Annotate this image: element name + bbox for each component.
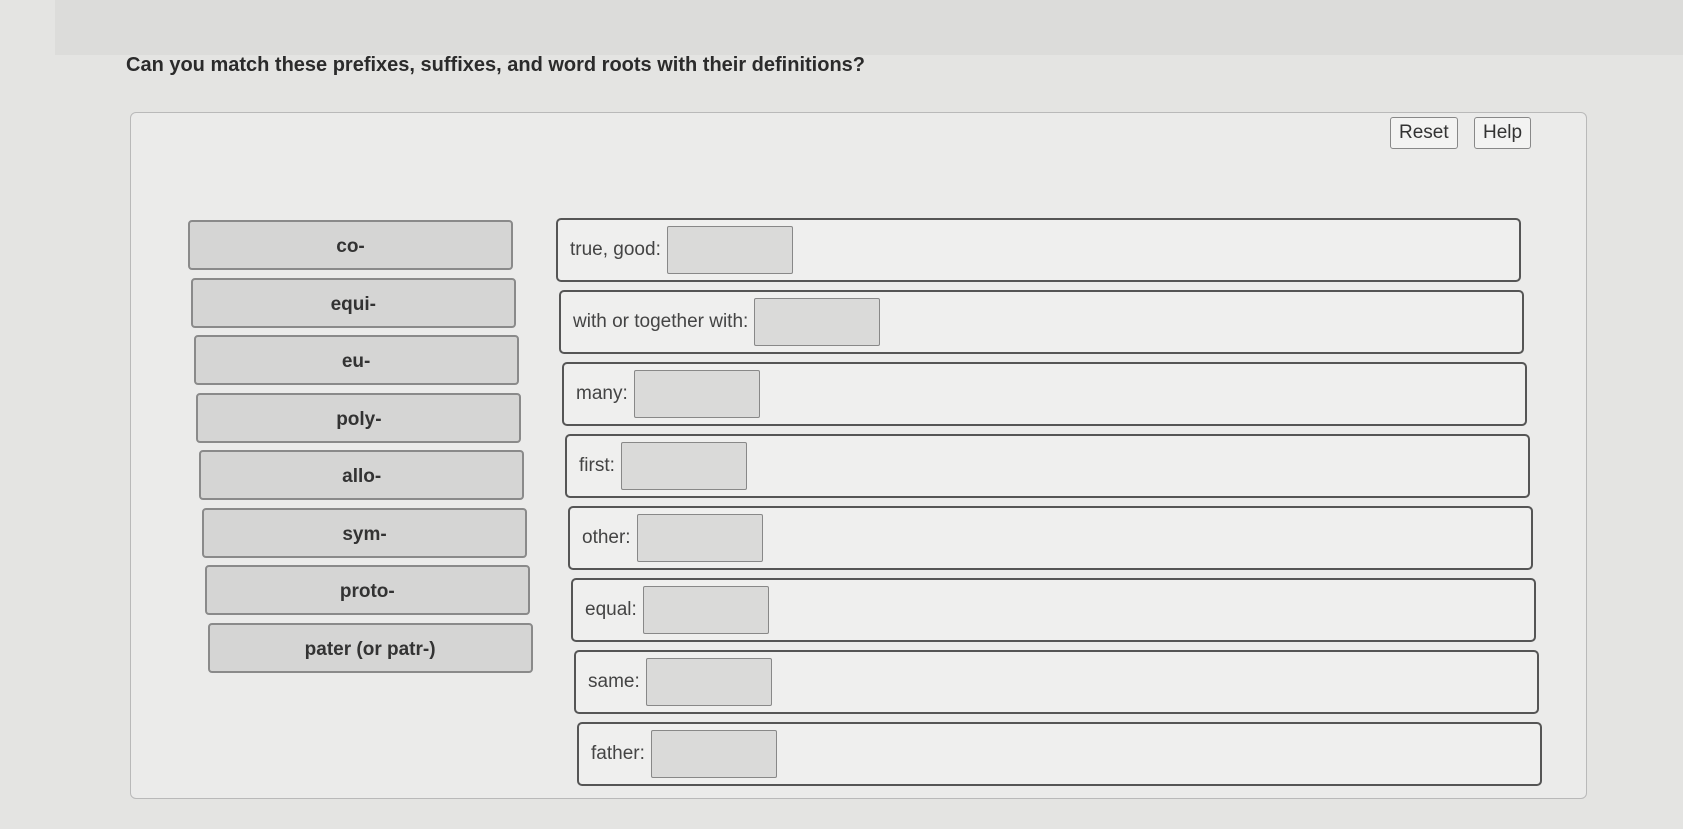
help-button[interactable]: Help [1474, 117, 1532, 149]
definition-label: first: [579, 455, 615, 476]
draggable-tile[interactable]: co- [188, 220, 513, 270]
draggable-tile[interactable]: proto- [204, 565, 530, 615]
definition-row: equal: [571, 578, 1536, 642]
drop-zone[interactable] [651, 730, 777, 778]
definition-label: many: [576, 383, 628, 404]
definition-row: with or together with: [559, 290, 1524, 354]
draggable-tile[interactable]: poly- [196, 392, 522, 443]
definition-row: father: [577, 722, 1542, 786]
reset-button[interactable]: Reset [1390, 117, 1458, 149]
definition-label: father: [591, 743, 645, 764]
definition-row: same: [574, 650, 1539, 714]
drop-zone[interactable] [754, 298, 880, 346]
drop-zone[interactable] [621, 442, 747, 490]
draggable-tile[interactable]: eu- [193, 335, 519, 385]
drop-zone[interactable] [637, 514, 763, 562]
definition-label: with or together with: [573, 311, 749, 332]
header-band [55, 0, 1683, 55]
definition-label: equal: [585, 599, 637, 620]
draggable-tile[interactable]: allo- [199, 450, 525, 500]
definition-row: other: [568, 506, 1533, 570]
definition-label: true, good: [570, 239, 661, 260]
drop-zone[interactable] [643, 586, 769, 634]
definition-label: same: [588, 671, 640, 692]
definition-row: many: [562, 362, 1527, 426]
definition-row: first: [565, 434, 1530, 498]
draggable-tile[interactable]: sym- [202, 507, 527, 558]
definition-label: other: [582, 527, 631, 548]
definition-row: true, good: [556, 218, 1521, 282]
drop-zone[interactable] [646, 658, 772, 706]
draggable-tile[interactable]: equi- [190, 277, 516, 328]
drop-zone[interactable] [667, 226, 793, 274]
question-text: Can you match these prefixes, suffixes, … [126, 54, 866, 76]
draggable-tile[interactable]: pater (or patr-) [207, 622, 533, 673]
drop-zone[interactable] [634, 370, 760, 418]
